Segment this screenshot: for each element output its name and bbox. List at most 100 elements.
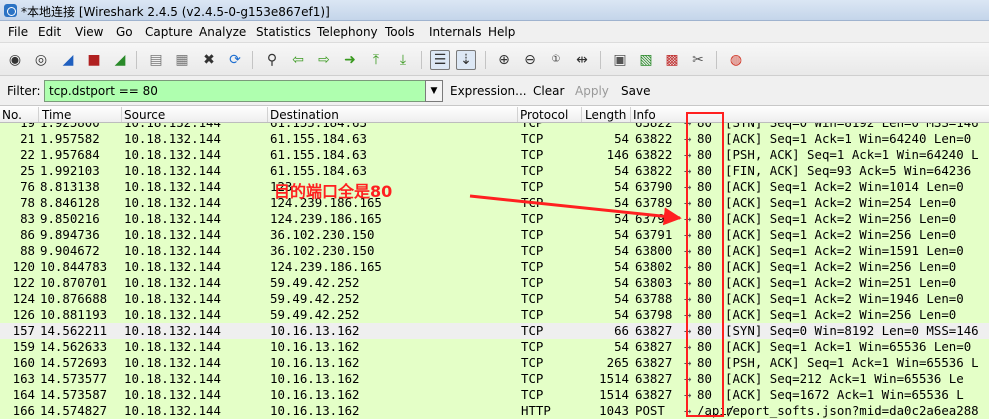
interface-list-icon[interactable]: ◉ <box>5 50 25 70</box>
menu-telephony[interactable]: Telephony <box>317 25 378 39</box>
go-back-icon[interactable]: ⇦ <box>288 50 308 70</box>
packet-row[interactable]: 166 14.574827 10.18.132.144 10.16.13.162 HTT… <box>0 403 989 419</box>
packet-row[interactable]: 86 9.894736 10.18.132.144 36.102.230.150 TCP… <box>0 227 989 243</box>
go-first-icon[interactable]: ⤒ <box>366 50 386 70</box>
packet-number: 164 <box>12 387 35 402</box>
find-packet-icon[interactable]: ⚲ <box>262 50 282 70</box>
packet-row[interactable]: 164 14.573587 10.18.132.144 10.16.13.162 TCP… <box>0 387 989 403</box>
packet-row[interactable]: 78 8.846128 10.18.132.144 124.239.186.165 TC… <box>0 195 989 211</box>
packet-row[interactable]: 21 1.957582 10.18.132.144 61.155.184.63 TCP 5… <box>0 131 989 147</box>
column-divider[interactable] <box>38 107 39 122</box>
zoom-out-icon[interactable]: ⊖ <box>520 50 540 70</box>
go-to-packet-icon[interactable]: ➜ <box>340 50 360 70</box>
packet-time: 14.573577 <box>40 371 108 386</box>
save-filter-button[interactable]: Save <box>621 84 650 98</box>
go-last-icon[interactable]: ⤓ <box>393 50 413 70</box>
apply-button[interactable]: Apply <box>575 84 609 98</box>
packet-protocol: TCP <box>521 163 544 178</box>
packet-destination-port: 80 <box>697 275 712 290</box>
menu-tools[interactable]: Tools <box>385 25 415 39</box>
column-header-time[interactable]: Time <box>40 108 71 122</box>
coloring-rules-icon[interactable]: ▩ <box>662 50 682 70</box>
packet-length: 1514 <box>599 371 629 386</box>
menu-go[interactable]: Go <box>116 25 133 39</box>
resize-columns-icon[interactable]: ⇹ <box>572 50 592 70</box>
menu-internals[interactable]: Internals <box>429 25 482 39</box>
packet-source-port: 63827 <box>635 323 673 338</box>
packet-row[interactable]: 76 8.813138 10.18.132.144 123. TCP 54 63790 → 80… <box>0 179 989 195</box>
packet-destination-port: 80 <box>697 355 712 370</box>
restart-capture-icon[interactable]: ◢ <box>110 50 130 70</box>
help-icon[interactable]: ◍ <box>726 50 746 70</box>
column-divider[interactable] <box>581 107 582 122</box>
packet-row[interactable]: 122 10.870701 10.18.132.144 59.49.42.252 TCP… <box>0 275 989 291</box>
open-file-icon[interactable]: ▤ <box>146 50 166 70</box>
auto-scroll-icon[interactable]: ⇣ <box>456 50 476 70</box>
preferences-icon[interactable]: ✂ <box>688 50 708 70</box>
column-header-source[interactable]: Source <box>122 108 165 122</box>
clear-button[interactable]: Clear <box>533 84 564 98</box>
packet-row[interactable]: 124 10.876688 10.18.132.144 59.49.42.252 TCP… <box>0 291 989 307</box>
packet-row[interactable]: 83 9.850216 10.18.132.144 124.239.186.165 TC… <box>0 211 989 227</box>
save-file-icon[interactable]: ▦ <box>172 50 192 70</box>
packet-number: 166 <box>12 403 35 418</box>
column-header-destination[interactable]: Destination <box>268 108 339 122</box>
menu-help[interactable]: Help <box>488 25 515 39</box>
normal-size-icon[interactable]: ① <box>546 50 566 70</box>
menu-file[interactable]: File <box>8 25 28 39</box>
packet-row[interactable]: 160 14.572693 10.18.132.144 10.16.13.162 TCP… <box>0 355 989 371</box>
port-arrow: → <box>684 131 692 146</box>
packet-row[interactable]: 88 9.904672 10.18.132.144 36.102.230.150 TCP… <box>0 243 989 259</box>
packet-source-port: 63789 <box>635 195 673 210</box>
capture-filters-icon[interactable]: ▣ <box>610 50 630 70</box>
start-capture-icon[interactable]: ◢ <box>58 50 78 70</box>
packet-row[interactable]: 22 1.957684 10.18.132.144 61.155.184.63 TCP 1… <box>0 147 989 163</box>
stop-capture-icon[interactable]: ■ <box>84 50 104 70</box>
packet-protocol: TCP <box>521 131 544 146</box>
port-arrow: → <box>684 403 692 418</box>
capture-options-icon[interactable]: ◎ <box>31 50 51 70</box>
packet-source-port: POST <box>635 403 665 418</box>
colorize-icon[interactable]: ☰ <box>430 50 450 70</box>
packet-source: 10.18.132.144 <box>124 307 221 322</box>
packet-row[interactable]: 163 14.573577 10.18.132.144 10.16.13.162 TCP… <box>0 371 989 387</box>
toolbar-separator <box>136 51 137 69</box>
go-forward-icon[interactable]: ⇨ <box>314 50 334 70</box>
display-filter-input[interactable]: tcp.dstport == 80 <box>44 80 426 102</box>
packet-destination: 36.102.230.150 <box>270 243 375 258</box>
column-header-length[interactable]: Length <box>583 108 626 122</box>
reload-icon[interactable]: ⟳ <box>225 50 245 70</box>
packet-source: 10.18.132.144 <box>124 195 221 210</box>
close-file-icon[interactable]: ✖ <box>199 50 219 70</box>
packet-row[interactable]: 157 14.562211 10.18.132.144 10.16.13.162 TCP… <box>0 323 989 339</box>
packet-info: [ACK] Seq=1 Ack=2 Win=256 Len=0 <box>725 307 957 322</box>
expression-button[interactable]: Expression... <box>450 84 527 98</box>
packet-length: 54 <box>614 179 629 194</box>
packet-length: 54 <box>614 211 629 226</box>
filter-dropdown-button[interactable]: ▼ <box>425 80 443 102</box>
packet-length: 265 <box>606 355 629 370</box>
packet-destination-port: 80 <box>697 339 712 354</box>
menu-statistics[interactable]: Statistics <box>256 25 311 39</box>
menu-edit[interactable]: Edit <box>38 25 61 39</box>
packet-row[interactable]: 120 10.844783 10.18.132.144 124.239.186.165… <box>0 259 989 275</box>
packet-destination: 10.16.13.162 <box>270 371 360 386</box>
packet-source: 10.18.132.144 <box>124 371 221 386</box>
display-filters-icon[interactable]: ▧ <box>636 50 656 70</box>
packet-list[interactable]: 19 1.925800 10.18.132.144 61.155.184.63 TCP 6… <box>0 123 989 420</box>
packet-row[interactable]: 159 14.562633 10.18.132.144 10.16.13.162 TCP… <box>0 339 989 355</box>
column-header-protocol[interactable]: Protocol <box>518 108 568 122</box>
column-header-info[interactable]: Info <box>631 108 656 122</box>
packet-row[interactable]: 25 1.992103 10.18.132.144 61.155.184.63 TCP 5… <box>0 163 989 179</box>
packet-row[interactable]: 126 10.881193 10.18.132.144 59.49.42.252 TCP… <box>0 307 989 323</box>
menu-view[interactable]: View <box>75 25 103 39</box>
menu-analyze[interactable]: Analyze <box>199 25 246 39</box>
packet-protocol: TCP <box>521 387 544 402</box>
packet-source: 10.18.132.144 <box>124 323 221 338</box>
packet-number: 19 <box>0 123 35 130</box>
packet-info: [ACK] Seq=1 Ack=2 Win=251 Len=0 <box>725 275 957 290</box>
menu-capture[interactable]: Capture <box>145 25 193 39</box>
zoom-in-icon[interactable]: ⊕ <box>494 50 514 70</box>
packet-row[interactable]: 19 1.925800 10.18.132.144 61.155.184.63 TCP 6… <box>0 123 989 131</box>
column-header-no[interactable]: No. <box>0 108 22 122</box>
